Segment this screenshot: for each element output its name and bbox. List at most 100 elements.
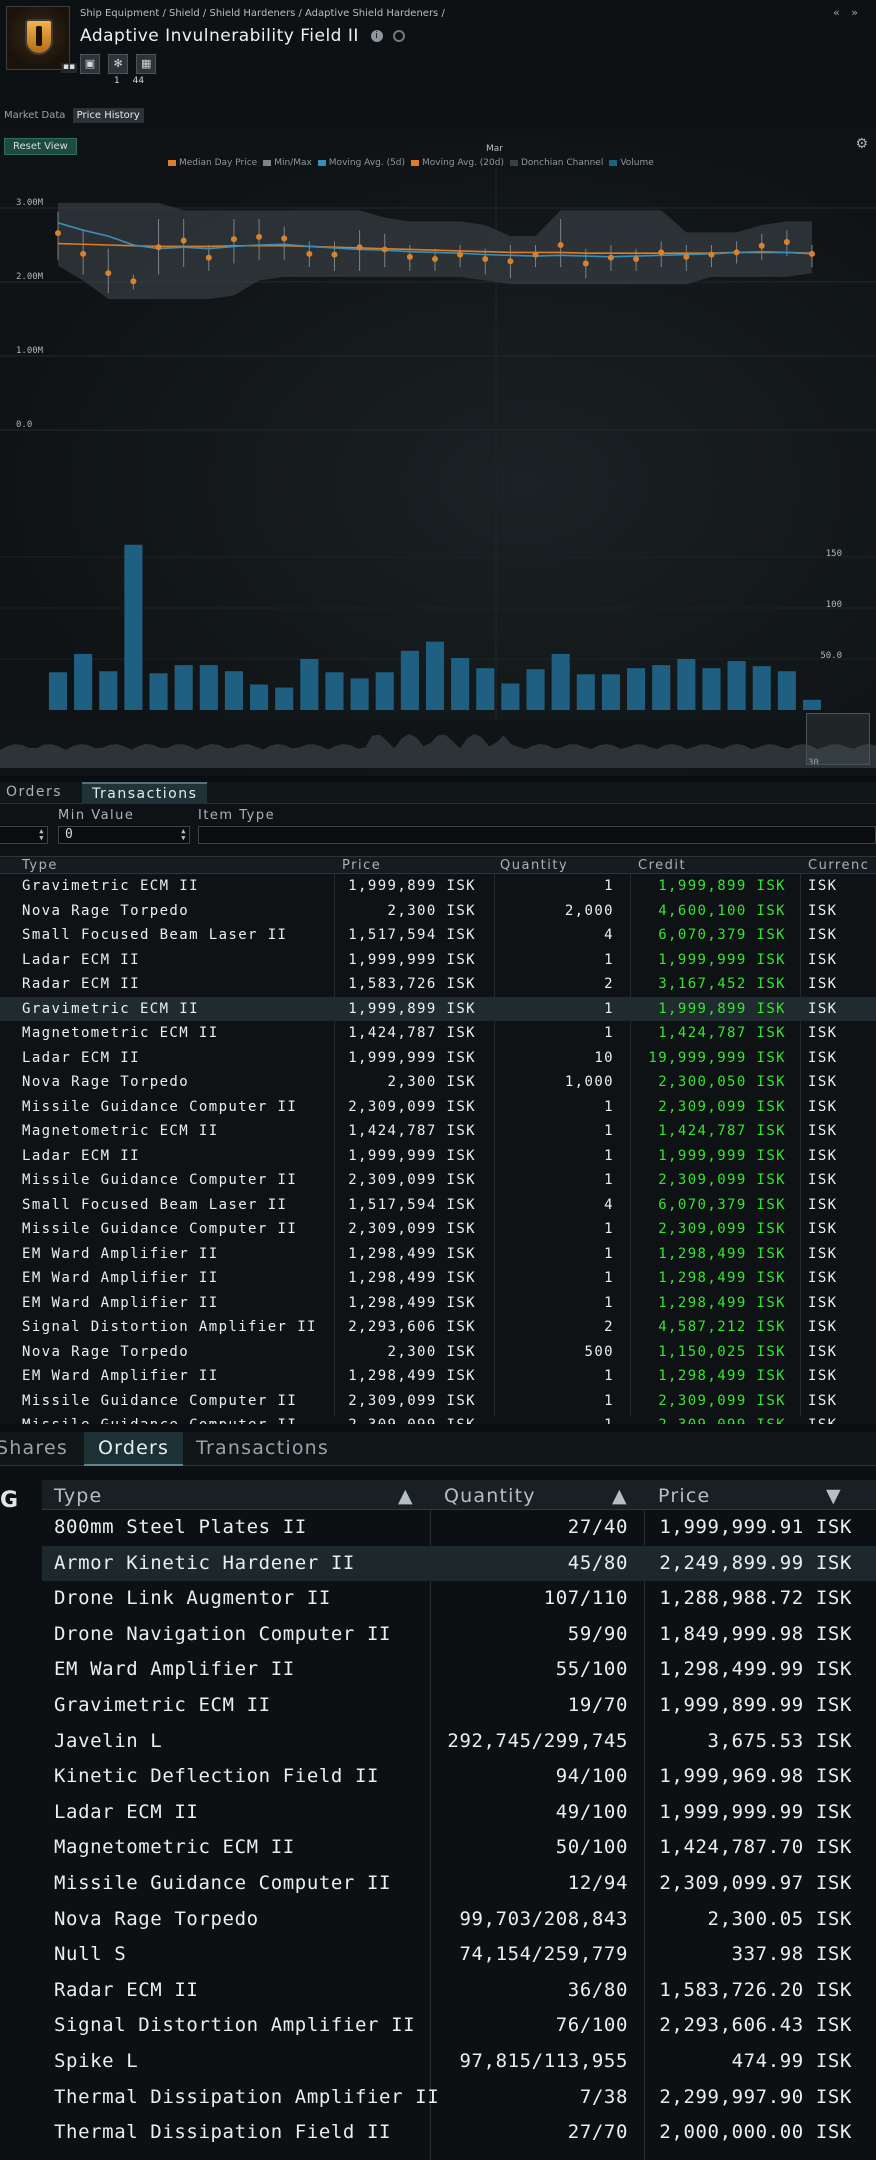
volume-bar (174, 665, 193, 710)
table-row[interactable]: EM Ward Amplifier II 1,298,499 ISK 1 1,298,… (0, 1291, 876, 1316)
col-price[interactable]: Price (342, 858, 381, 873)
stepper-icon[interactable]: ▲ ▼ (181, 828, 187, 842)
table-row[interactable]: Nova Rage Torpedo 2,300 ISK 1,000 2,300,050… (0, 1070, 876, 1095)
col-price[interactable]: Price (658, 1485, 710, 1507)
table-row[interactable]: Nova Rage Torpedo 2,300 ISK 2,000 4,600,100… (0, 899, 876, 924)
tab-orders-active[interactable]: Orders (84, 1432, 184, 1466)
legend-item[interactable]: Moving Avg. (20d) (411, 158, 504, 168)
median-price-point (80, 250, 87, 257)
table-row[interactable]: Small Focused Beam Laser II 1,517,594 ISK… (0, 923, 876, 948)
tab-shares[interactable]: Shares (0, 1432, 78, 1466)
table-row[interactable]: Nova Rage Torpedo 99,703/208,843 2,300.05 … (42, 1902, 876, 1938)
table-row[interactable]: Spike L 97,815/113,955 474.99 ISK (42, 2044, 876, 2080)
type-cell: Nova Rage Torpedo (22, 1074, 190, 1090)
table-row[interactable]: Magnetometric ECM II 50/100 1,424,787.70 I… (42, 1830, 876, 1866)
table-row[interactable]: Missile Guidance Computer II 2,309,099 IS… (0, 1168, 876, 1193)
col-quantity[interactable]: Quantity (444, 1485, 536, 1507)
legend-item[interactable]: Min/Max (263, 158, 312, 168)
nav-buttons[interactable]: « » (833, 6, 862, 19)
table-row[interactable]: Gravimetric ECM II 19/70 1,999,899.99 ISK (42, 1688, 876, 1724)
timeline-scroll-handle[interactable] (806, 713, 870, 765)
table-row[interactable]: Thermal Dissipation Amplifier II 7/38 2,29… (42, 2080, 876, 2116)
table-row[interactable]: Magnetometric ECM II 1,424,787 ISK 1 1,424,… (0, 1021, 876, 1046)
stepper-icon[interactable]: ▲ ▼ (39, 828, 45, 842)
quantity-cell: 45/80 (567, 1551, 628, 1574)
attribute-icon[interactable]: ▣ (80, 54, 100, 74)
table-row[interactable]: Small Focused Beam Laser II 1,517,594 ISK… (0, 1193, 876, 1218)
table-row[interactable]: Armor Kinetic Hardener II 45/80 2,249,899.… (42, 1545, 876, 1582)
table-row[interactable]: Missile Guidance Computer II 2,309,099 IS… (0, 1413, 876, 1424)
table-row[interactable]: Kinetic Deflection Field II 94/100 1,999,9… (42, 1759, 876, 1795)
type-cell: Gravimetric ECM II (54, 1693, 271, 1716)
shield-hardener-icon[interactable]: ▪▪ (6, 6, 77, 73)
sort-desc-icon[interactable]: ▼ (826, 1485, 842, 1507)
tab-price-history[interactable]: Price History (72, 108, 144, 123)
table-row[interactable]: Ladar ECM II 1,999,999 ISK 1 1,999,999 ISK I… (0, 1144, 876, 1169)
col-quantity[interactable]: Quantity (500, 858, 568, 873)
col-currency[interactable]: Currenc (808, 858, 869, 873)
credit-cell: 3,167,452 ISK (658, 976, 786, 992)
link-icon[interactable] (392, 30, 405, 42)
table-row[interactable]: Thermal Dissipation Field II 27/70 2,000,0… (42, 2115, 876, 2151)
sort-asc-icon[interactable]: ▲ (398, 1485, 414, 1507)
table-row[interactable]: Signal Distortion Amplifier II 76/100 2,29… (42, 2008, 876, 2044)
table-row[interactable]: Missile Guidance Computer II 2,309,099 IS… (0, 1095, 876, 1120)
reset-view-button[interactable]: Reset View (4, 138, 77, 155)
col-credit[interactable]: Credit (638, 858, 686, 873)
table-row[interactable]: EM Ward Amplifier II 1,298,499 ISK 1 1,298,… (0, 1364, 876, 1389)
table-row[interactable]: EM Ward Amplifier II 1,298,499 ISK 1 1,298,… (0, 1242, 876, 1267)
col-type[interactable]: Type (54, 1485, 102, 1507)
item-menu-button[interactable]: ▪▪ (61, 63, 77, 73)
price-cell: 1,999,999.99 ISK (659, 1800, 852, 1823)
table-row[interactable]: Radar ECM II 36/80 1,583,726.20 ISK (42, 1973, 876, 2009)
tab-transactions[interactable]: Transactions (196, 1432, 329, 1466)
table-row[interactable]: Javelin L 292,745/299,745 3,675.53 ISK (42, 1724, 876, 1760)
table-row[interactable]: Nova Rage Torpedo 2,300 ISK 500 1,150,025 I… (0, 1340, 876, 1365)
skill-icon[interactable]: ✻ (108, 54, 129, 74)
tab-orders[interactable]: Orders (6, 782, 62, 804)
volume-tick-label: 100 (826, 600, 842, 610)
info-icon[interactable]: i (370, 30, 383, 42)
module-icon[interactable]: ▦ (136, 54, 157, 74)
table-row[interactable]: Magnetometric ECM II 1,424,787 ISK 1 1,424,… (0, 1119, 876, 1144)
median-price-point (130, 278, 137, 285)
table-row[interactable]: Gravimetric ECM II 1,999,899 ISK 1 1,999,89… (0, 874, 876, 899)
tab-market-data[interactable]: Market Data (0, 108, 69, 123)
legend-item[interactable]: Donchian Channel (510, 158, 603, 168)
table-row[interactable]: 800mm Steel Plates II 27/40 1,999,999.91 I… (42, 1510, 876, 1546)
table-row[interactable]: Missile Guidance Computer II 12/94 2,309,0… (42, 1866, 876, 1902)
legend-item[interactable]: Moving Avg. (5d) (317, 158, 406, 168)
legend-item[interactable]: Volume (609, 158, 654, 168)
table-row[interactable]: Drone Navigation Computer II 59/90 1,849,9… (42, 1617, 876, 1653)
tab-transactions[interactable]: Transactions (82, 782, 208, 804)
table-row[interactable]: EM Ward Amplifier II 55/100 1,298,499.99 I… (42, 1652, 876, 1688)
table-row[interactable]: Null S 74,154/259,779 337.98 ISK (42, 1937, 876, 1973)
table-row[interactable]: Ladar ECM II 49/100 1,999,999.99 ISK (42, 1795, 876, 1831)
price-tick-label: 1.00M (16, 346, 44, 356)
credit-cell: 2,309,099 ISK (658, 1392, 786, 1409)
gear-icon[interactable]: ⚙ (855, 136, 868, 152)
item-type-input[interactable] (198, 826, 876, 844)
min-value-input[interactable]: 0 ▲ ▼ (58, 826, 190, 844)
wallet-tabs: Orders Transactions (0, 782, 876, 804)
legend-item[interactable]: Median Day Price (168, 158, 257, 168)
table-row[interactable]: Ladar ECM II 1,999,999 ISK 1 1,999,999 ISK I… (0, 948, 876, 973)
table-row[interactable]: Missile Guidance Computer II 2,309,099 IS… (0, 1217, 876, 1242)
col-type[interactable]: Type (22, 858, 58, 873)
sort-asc-icon[interactable]: ▲ (612, 1485, 628, 1507)
credit-cell: 1,424,787 ISK (658, 1123, 786, 1139)
table-row[interactable]: Ladar ECM II 1,999,999 ISK 10 19,999,999 IS… (0, 1046, 876, 1071)
table-row[interactable]: Drone Link Augmentor II 107/110 1,288,988.… (42, 1581, 876, 1617)
date-filter-input[interactable]: ▲ ▼ (0, 826, 48, 844)
breadcrumb[interactable]: Ship Equipment / Shield / Shield Hardene… (80, 8, 445, 19)
table-row[interactable]: Gravimetric ECM II 1,999,899 ISK 1 1,999,89… (0, 996, 876, 1021)
legend-label: Moving Avg. (5d) (328, 158, 406, 168)
type-cell: EM Ward Amplifier II (22, 1368, 219, 1384)
price-cell: 1,999,999 ISK (348, 951, 476, 968)
table-row[interactable]: Signal Distortion Amplifier II 2,293,606 … (0, 1315, 876, 1340)
table-row[interactable]: Missile Guidance Computer II 2,309,099 IS… (0, 1389, 876, 1414)
table-row[interactable]: EM Ward Amplifier II 1,298,499 ISK 1 1,298,… (0, 1266, 876, 1291)
price-cell: 1,424,787 ISK (348, 1123, 476, 1139)
credit-cell: 19,999,999 ISK (648, 1049, 786, 1066)
table-row[interactable]: Radar ECM II 1,583,726 ISK 2 3,167,452 ISK I… (0, 972, 876, 997)
